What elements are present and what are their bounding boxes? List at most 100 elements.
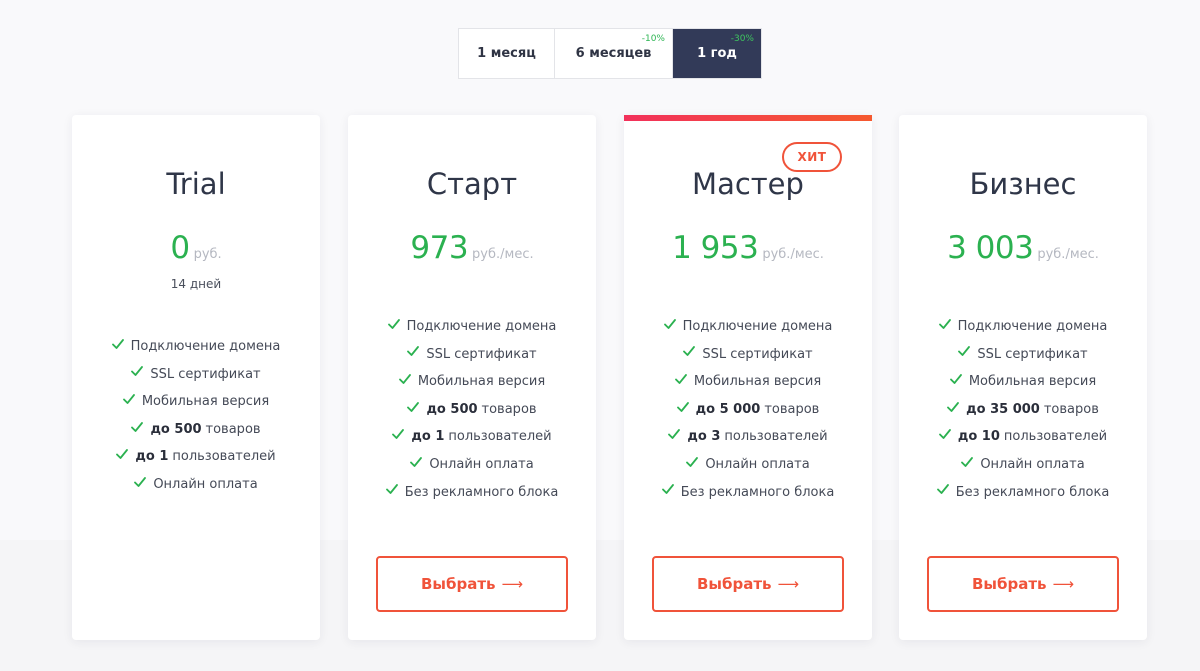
price-unit: руб./мес. <box>762 247 824 262</box>
feature-text: пользователей <box>448 429 552 445</box>
checkmark-icon <box>668 429 681 440</box>
period-option-label: 1 год <box>697 46 737 61</box>
feature-item: до 35 000 товаров <box>899 396 1147 424</box>
checkmark-icon <box>938 318 951 329</box>
feature-text: пользователей <box>724 429 828 445</box>
price-value: 3 003 <box>947 230 1034 266</box>
feature-text: SSL сертификат <box>150 366 261 382</box>
feature-limit: до 10 <box>957 429 1000 445</box>
checkmark-icon <box>674 374 687 384</box>
feature-limit: до 500 <box>426 401 478 417</box>
feature-text: Онлайн оплата <box>980 456 1085 472</box>
feature-text: SSL сертификат <box>977 346 1088 362</box>
period-option-1-year[interactable]: -30% 1 год <box>672 29 761 78</box>
feature-item: Подключение домена <box>624 313 872 341</box>
checkmark-icon <box>958 346 971 357</box>
feature-list: Подключение домена SSL сертификат Мобильна… <box>348 313 596 506</box>
discount-badge: -10% <box>641 34 665 44</box>
feature-text: Без рекламного блока <box>404 484 559 500</box>
checkmark-icon <box>387 318 400 329</box>
period-option-1-month[interactable]: 1 месяц <box>459 29 554 78</box>
plan-card-master: ХИТ Мастер 1 953 руб./мес. Подключение д… <box>624 115 872 640</box>
feature-text: товаров <box>481 401 537 417</box>
feature-limit: до 35 000 <box>966 401 1040 417</box>
feature-text: Мобильная версия <box>417 374 546 390</box>
arrow-right-icon: ⟶ <box>501 575 524 593</box>
feature-text: Мобильная версия <box>693 374 822 390</box>
feature-item: Без рекламного блока <box>899 479 1147 507</box>
feature-text: Мобильная версия <box>968 374 1097 390</box>
feature-item: Мобильная версия <box>72 388 320 416</box>
select-plan-button[interactable]: Выбрать ⟶ <box>652 556 844 612</box>
feature-limit: до 5 000 <box>695 401 761 417</box>
feature-text: Подключение домена <box>957 319 1108 334</box>
checkmark-icon <box>134 476 147 487</box>
arrow-right-icon: ⟶ <box>777 575 800 593</box>
checkmark-icon <box>663 318 676 329</box>
feature-text: Подключение домена <box>682 319 833 334</box>
plan-price: 0 руб. <box>72 230 320 266</box>
feature-item: SSL сертификат <box>899 341 1147 369</box>
select-plan-button[interactable]: Выбрать ⟶ <box>927 556 1119 612</box>
checkmark-icon <box>961 456 974 467</box>
price-unit: руб./мес. <box>1037 247 1099 262</box>
feature-text: Без рекламного блока <box>955 484 1110 500</box>
feature-text: Подключение домена <box>130 339 281 354</box>
feature-item: Онлайн оплата <box>624 451 872 479</box>
feature-limit: до 1 <box>411 429 445 445</box>
feature-text: Онлайн оплата <box>429 456 534 472</box>
checkmark-icon <box>385 484 398 495</box>
feature-item: Подключение домена <box>72 333 320 361</box>
checkmark-icon <box>686 456 699 467</box>
checkmark-icon <box>111 338 124 349</box>
feature-item: SSL сертификат <box>624 341 872 369</box>
feature-item: Подключение домена <box>348 313 596 341</box>
feature-text: SSL сертификат <box>702 346 813 362</box>
feature-list: Подключение домена SSL сертификат Мобильна… <box>899 313 1147 506</box>
checkmark-icon <box>131 366 144 377</box>
checkmark-icon <box>938 429 951 440</box>
feature-text: Мобильная версия <box>141 394 270 410</box>
button-label: Выбрать <box>420 575 496 593</box>
period-option-label: 1 месяц <box>477 46 536 61</box>
plan-price: 1 953 руб./мес. <box>624 230 872 266</box>
button-label: Выбрать <box>971 575 1047 593</box>
arrow-right-icon: ⟶ <box>1052 575 1075 593</box>
discount-badge: -30% <box>730 34 754 44</box>
feature-text: SSL сертификат <box>426 346 537 362</box>
feature-list: Подключение домена SSL сертификат Мобильна… <box>624 313 872 506</box>
period-option-6-months[interactable]: -10% 6 месяцев <box>554 29 672 78</box>
feature-item: Без рекламного блока <box>348 479 596 507</box>
plan-title: Старт <box>426 167 518 201</box>
feature-list: Подключение домена SSL сертификат Мобильна… <box>72 333 320 499</box>
billing-period-switch: 1 месяц -10% 6 месяцев -30% 1 год <box>458 28 762 79</box>
feature-limit: до 3 <box>687 429 721 445</box>
feature-text: Подключение домена <box>406 319 557 334</box>
checkmark-icon <box>936 484 949 495</box>
feature-item: до 1 пользователей <box>348 423 596 451</box>
feature-item: до 500 товаров <box>72 416 320 444</box>
plan-card-start: Старт 973 руб./мес. Подключение домена SS… <box>348 115 596 640</box>
plan-title: Мастер <box>692 167 804 201</box>
price-value: 0 <box>170 230 190 266</box>
plan-card-business: Бизнес 3 003 руб./мес. Подключение домен… <box>899 115 1147 640</box>
checkmark-icon <box>949 374 962 384</box>
feature-text: Онлайн оплата <box>153 476 258 492</box>
plan-price: 973 руб./мес. <box>348 230 596 266</box>
checkmark-icon <box>661 484 674 495</box>
feature-item: Подключение домена <box>899 313 1147 341</box>
feature-text: Онлайн оплата <box>705 456 810 472</box>
feature-limit: до 500 <box>150 421 202 437</box>
checkmark-icon <box>131 421 144 432</box>
checkmark-icon <box>683 346 696 357</box>
checkmark-icon <box>398 374 411 384</box>
price-value: 973 <box>410 230 469 266</box>
select-plan-button[interactable]: Выбрать ⟶ <box>376 556 568 612</box>
period-option-label: 6 месяцев <box>575 46 652 61</box>
checkmark-icon <box>407 346 420 357</box>
checkmark-icon <box>392 429 405 440</box>
plan-title: Бизнес <box>969 167 1077 201</box>
feature-item: Онлайн оплата <box>899 451 1147 479</box>
feature-text: товаров <box>205 421 261 437</box>
plan-card-trial: Trial 0 руб. 14 дней Подключение домена S… <box>72 115 320 640</box>
